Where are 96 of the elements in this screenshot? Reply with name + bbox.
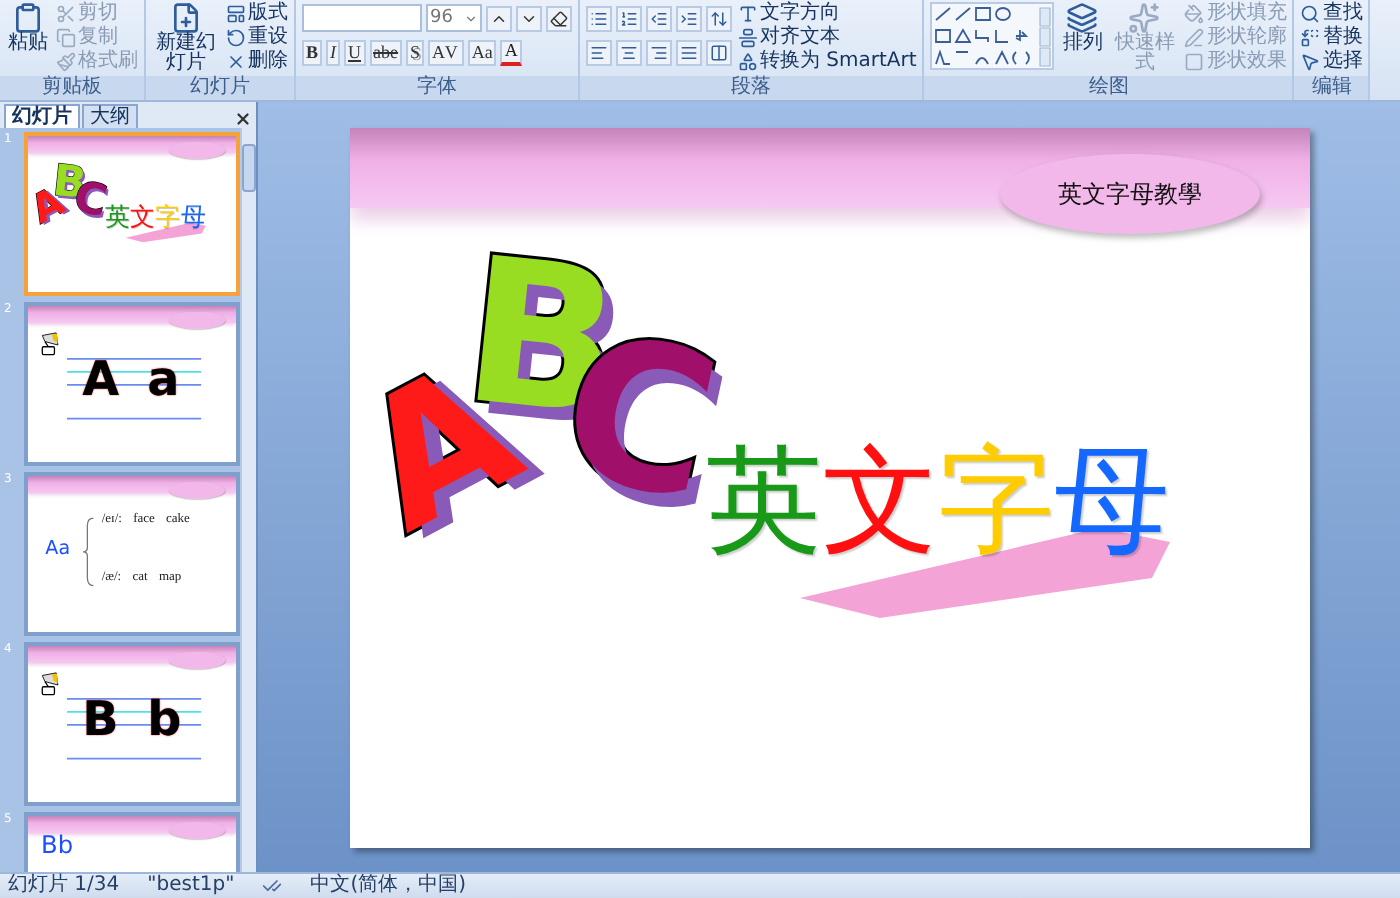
align-left-icon (590, 43, 608, 61)
find-button[interactable]: 查找 (1300, 2, 1363, 24)
text-direction-button[interactable]: 文字方向 (738, 2, 917, 24)
bold-button[interactable]: B (302, 39, 323, 65)
align-left-button[interactable] (586, 39, 612, 65)
new-slide-icon (170, 2, 202, 34)
sparkle-icon (1128, 2, 1161, 34)
columns-button[interactable] (706, 39, 732, 65)
bullets-icon (590, 9, 608, 27)
layout-button[interactable]: 版式 (226, 2, 288, 24)
indent-button[interactable] (676, 5, 702, 31)
justify-button[interactable] (676, 39, 702, 65)
font-color-button[interactable]: A (500, 39, 522, 65)
replace-button[interactable]: 替换 (1300, 26, 1363, 48)
align-text-button[interactable]: 对齐文本 (738, 26, 917, 48)
copy-icon (56, 27, 76, 47)
badge-text: 英文字母教學 (1058, 177, 1202, 211)
smartart-button[interactable]: 转换为 SmartArt (738, 50, 917, 72)
align-center-icon (620, 43, 638, 61)
title-character: 文 (130, 203, 156, 231)
shadow-button[interactable]: S (406, 39, 425, 65)
gramophone-icon (38, 672, 63, 698)
delete-button[interactable]: 删除 (226, 50, 288, 72)
group-label: 字体 (296, 76, 578, 100)
layout-icon (226, 3, 246, 23)
grow-font-button[interactable] (486, 5, 512, 31)
eraser-icon (550, 9, 568, 27)
align-icon (738, 27, 758, 47)
search-icon (1300, 3, 1321, 23)
group-label: 剪贴板 (0, 76, 144, 100)
title-character: 字 (155, 203, 181, 231)
slide-counter: 幻灯片 1/34 (8, 874, 120, 898)
title-character: 文 (822, 438, 938, 566)
theme-name: "best1p" (147, 874, 235, 898)
font-size-field[interactable]: 96 (426, 4, 482, 32)
panel-tab[interactable]: 幻灯片 (4, 104, 80, 128)
align-center-button[interactable] (616, 39, 642, 65)
columns-icon (710, 43, 728, 61)
align-right-icon (650, 43, 668, 61)
select-button[interactable]: 选择 (1300, 50, 1363, 72)
new-slide-button[interactable]: 新建幻灯片 (152, 2, 220, 74)
paintbrush-icon (56, 51, 76, 71)
gramophone-icon (38, 332, 63, 358)
underline-button[interactable]: U (344, 39, 366, 65)
numbering-icon (620, 9, 638, 27)
font-name-field[interactable] (302, 4, 422, 32)
pointer-icon (1300, 51, 1321, 71)
replace-icon (1300, 27, 1321, 47)
italic-button[interactable]: I (326, 39, 341, 65)
text-direction-icon (738, 3, 758, 23)
outdent-button[interactable] (646, 5, 672, 31)
change-case-button[interactable]: Aa (467, 39, 497, 65)
clipboard-icon (12, 2, 44, 34)
pen-icon (1184, 27, 1205, 47)
shrink-font-button[interactable] (516, 5, 542, 31)
line-spacing-icon (710, 9, 728, 27)
paint-bucket-icon (1184, 3, 1205, 23)
brace-drawing (82, 517, 96, 587)
reset-icon (226, 27, 246, 47)
slide-thumbnail[interactable]: A B C 英文字母 (24, 132, 240, 296)
spacing-button[interactable]: AV (428, 39, 464, 65)
strikethrough-button[interactable]: abe (369, 39, 403, 65)
clear-format-button[interactable] (546, 5, 572, 31)
language: 中文(简体，中国) (310, 874, 466, 898)
title-character: 字 (938, 438, 1054, 566)
square-icon (1184, 51, 1205, 71)
justify-icon (680, 43, 698, 61)
shapes-gallery[interactable] (930, 2, 1055, 70)
group-label: 编辑 (1294, 76, 1369, 100)
title-character: 英 (706, 438, 822, 566)
align-right-button[interactable] (646, 39, 672, 65)
scrollbar[interactable] (240, 128, 256, 872)
title-character: 英 (105, 203, 131, 231)
slide-thumbnail[interactable]: Bb (24, 812, 240, 872)
scissors-icon (56, 3, 76, 23)
shapes-icon (738, 51, 758, 71)
indent-icon (680, 9, 698, 27)
letter-heading: Bb (41, 833, 74, 858)
dropdown-icon (464, 11, 478, 25)
delete-icon (226, 51, 246, 71)
layers-icon (1066, 2, 1099, 34)
group-label: 幻灯片 (146, 76, 294, 100)
title-character: 母 (1054, 438, 1170, 566)
line-spacing-button[interactable] (706, 5, 732, 31)
letter-heading: Aa (45, 538, 71, 558)
panel-tab[interactable]: 大纲 (82, 104, 138, 128)
numbering-button[interactable] (616, 5, 642, 31)
outdent-icon (650, 9, 668, 27)
group-label: 段落 (580, 76, 923, 100)
spell-check-icon[interactable] (262, 876, 283, 896)
group-label: 绘图 (924, 76, 1293, 100)
title-character: 母 (180, 203, 206, 231)
bullets-button[interactable] (586, 5, 612, 31)
arrange-button[interactable]: 排列 (1060, 2, 1105, 54)
paste-button[interactable]: 粘贴 (6, 2, 50, 54)
reset-button[interactable]: 重设 (226, 26, 288, 48)
